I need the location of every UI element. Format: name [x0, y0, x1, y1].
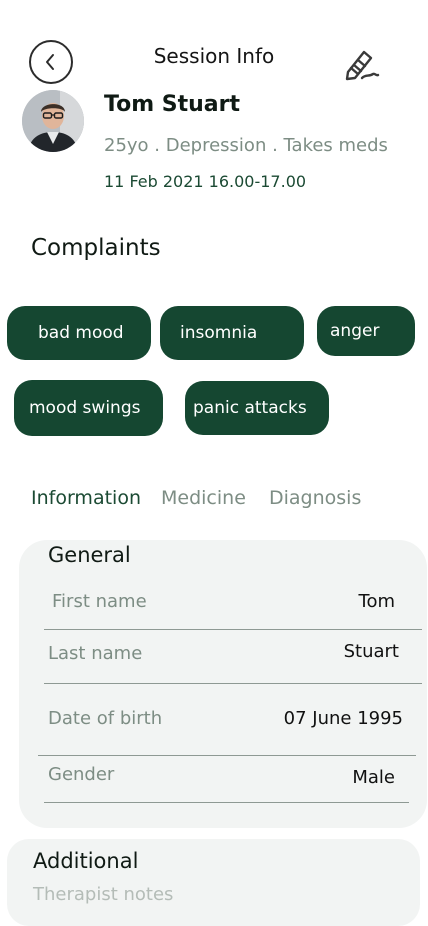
- dob-value: 07 June 1995: [283, 708, 403, 729]
- gender-label: Gender: [48, 764, 115, 785]
- last-name-value: Stuart: [343, 641, 399, 662]
- gender-value: Male: [352, 767, 395, 788]
- tab-diagnosis[interactable]: Diagnosis: [269, 487, 361, 509]
- tab-medicine[interactable]: Medicine: [161, 487, 246, 509]
- dob-label: Date of birth: [48, 708, 163, 729]
- patient-name: Tom Stuart: [104, 92, 241, 117]
- first-name-value: Tom: [358, 591, 395, 612]
- divider: [38, 755, 416, 756]
- person-photo-icon: [22, 90, 84, 152]
- additional-heading: Additional: [33, 849, 139, 873]
- complaints-title: Complaints: [31, 235, 161, 261]
- general-heading: General: [48, 543, 131, 567]
- complaint-chip[interactable]: mood swings: [14, 380, 163, 436]
- therapist-notes-field[interactable]: Therapist notes: [33, 884, 173, 905]
- last-name-label: Last name: [48, 643, 143, 664]
- complaint-chip[interactable]: bad mood: [7, 306, 151, 360]
- first-name-label: First name: [52, 591, 147, 612]
- session-datetime: 11 Feb 2021 16.00-17.00: [104, 172, 307, 191]
- edit-pen-icon: [345, 50, 380, 81]
- divider: [44, 629, 422, 630]
- complaint-chip[interactable]: insomnia: [160, 306, 304, 360]
- complaint-chip[interactable]: panic attacks: [185, 381, 329, 435]
- divider: [44, 683, 422, 684]
- patient-summary: 25yo . Depression . Takes meds: [104, 135, 388, 156]
- divider: [44, 802, 409, 803]
- edit-button[interactable]: [338, 42, 382, 86]
- complaint-chip[interactable]: anger: [317, 306, 415, 356]
- avatar: [22, 90, 84, 152]
- tab-information[interactable]: Information: [31, 487, 141, 509]
